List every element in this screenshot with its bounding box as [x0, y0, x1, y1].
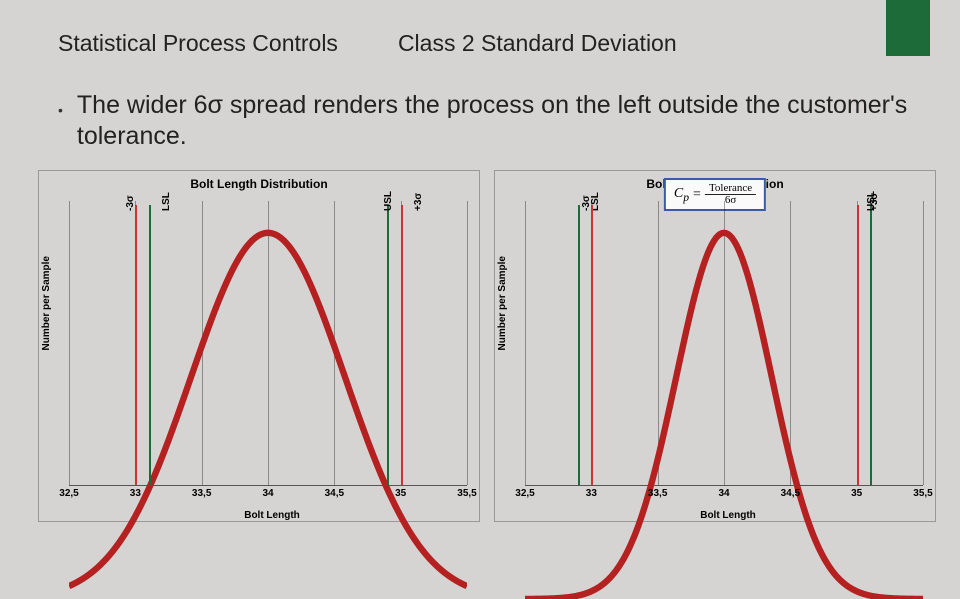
spec-label: USL — [866, 191, 877, 211]
x-ticks: 32,53333,53434,53535,5 — [69, 488, 467, 508]
spec-label: LSL — [161, 192, 172, 211]
x-ticks: 32,53333,53434,53535,5 — [525, 488, 923, 508]
spec-label: +3σ — [413, 193, 424, 211]
bullet-dot-icon: • — [58, 102, 63, 153]
tick-label: 33,5 — [192, 488, 211, 499]
y-axis-label: Number per Sample — [41, 256, 52, 350]
header-right: Class 2 Standard Deviation — [398, 30, 677, 57]
spec-line — [578, 205, 580, 485]
plot-area: LSL-3σ+3σUSL — [525, 201, 923, 486]
tick-label: 34 — [718, 488, 729, 499]
bullet-text: The wider 6σ spread renders the process … — [77, 90, 920, 153]
spec-line — [135, 205, 137, 485]
spec-line — [387, 205, 389, 485]
tick-label: 35,5 — [457, 488, 476, 499]
plot-area: -3σLSLUSL+3σ — [69, 201, 467, 486]
chart-left: Bolt Length Distribution Number per Samp… — [38, 170, 480, 522]
tick-label: 35 — [851, 488, 862, 499]
bullet-item: • The wider 6σ spread renders the proces… — [58, 90, 920, 153]
spec-line — [870, 205, 872, 485]
tick-label: 34 — [262, 488, 273, 499]
spec-label: USL — [383, 191, 394, 211]
tick-label: 35,5 — [913, 488, 932, 499]
spec-line — [591, 205, 593, 485]
chart-right: Cp = Tolerance 6σ Bolt Length Distributi… — [494, 170, 936, 522]
spec-line — [149, 205, 151, 485]
tick-label: 34,5 — [325, 488, 344, 499]
spec-line — [857, 205, 859, 485]
tick-label: 35 — [395, 488, 406, 499]
header-left: Statistical Process Controls — [58, 30, 338, 57]
tick-label: 34,5 — [781, 488, 800, 499]
spec-label: -3σ — [581, 195, 592, 211]
tick-label: 33 — [586, 488, 597, 499]
tick-label: 33 — [130, 488, 141, 499]
slide-accent — [886, 0, 930, 56]
spec-label: -3σ — [125, 195, 136, 211]
tick-label: 33,5 — [648, 488, 667, 499]
tick-label: 32,5 — [59, 488, 78, 499]
tick-label: 32,5 — [515, 488, 534, 499]
y-axis-label: Number per Sample — [497, 256, 508, 350]
spec-line — [401, 205, 403, 485]
